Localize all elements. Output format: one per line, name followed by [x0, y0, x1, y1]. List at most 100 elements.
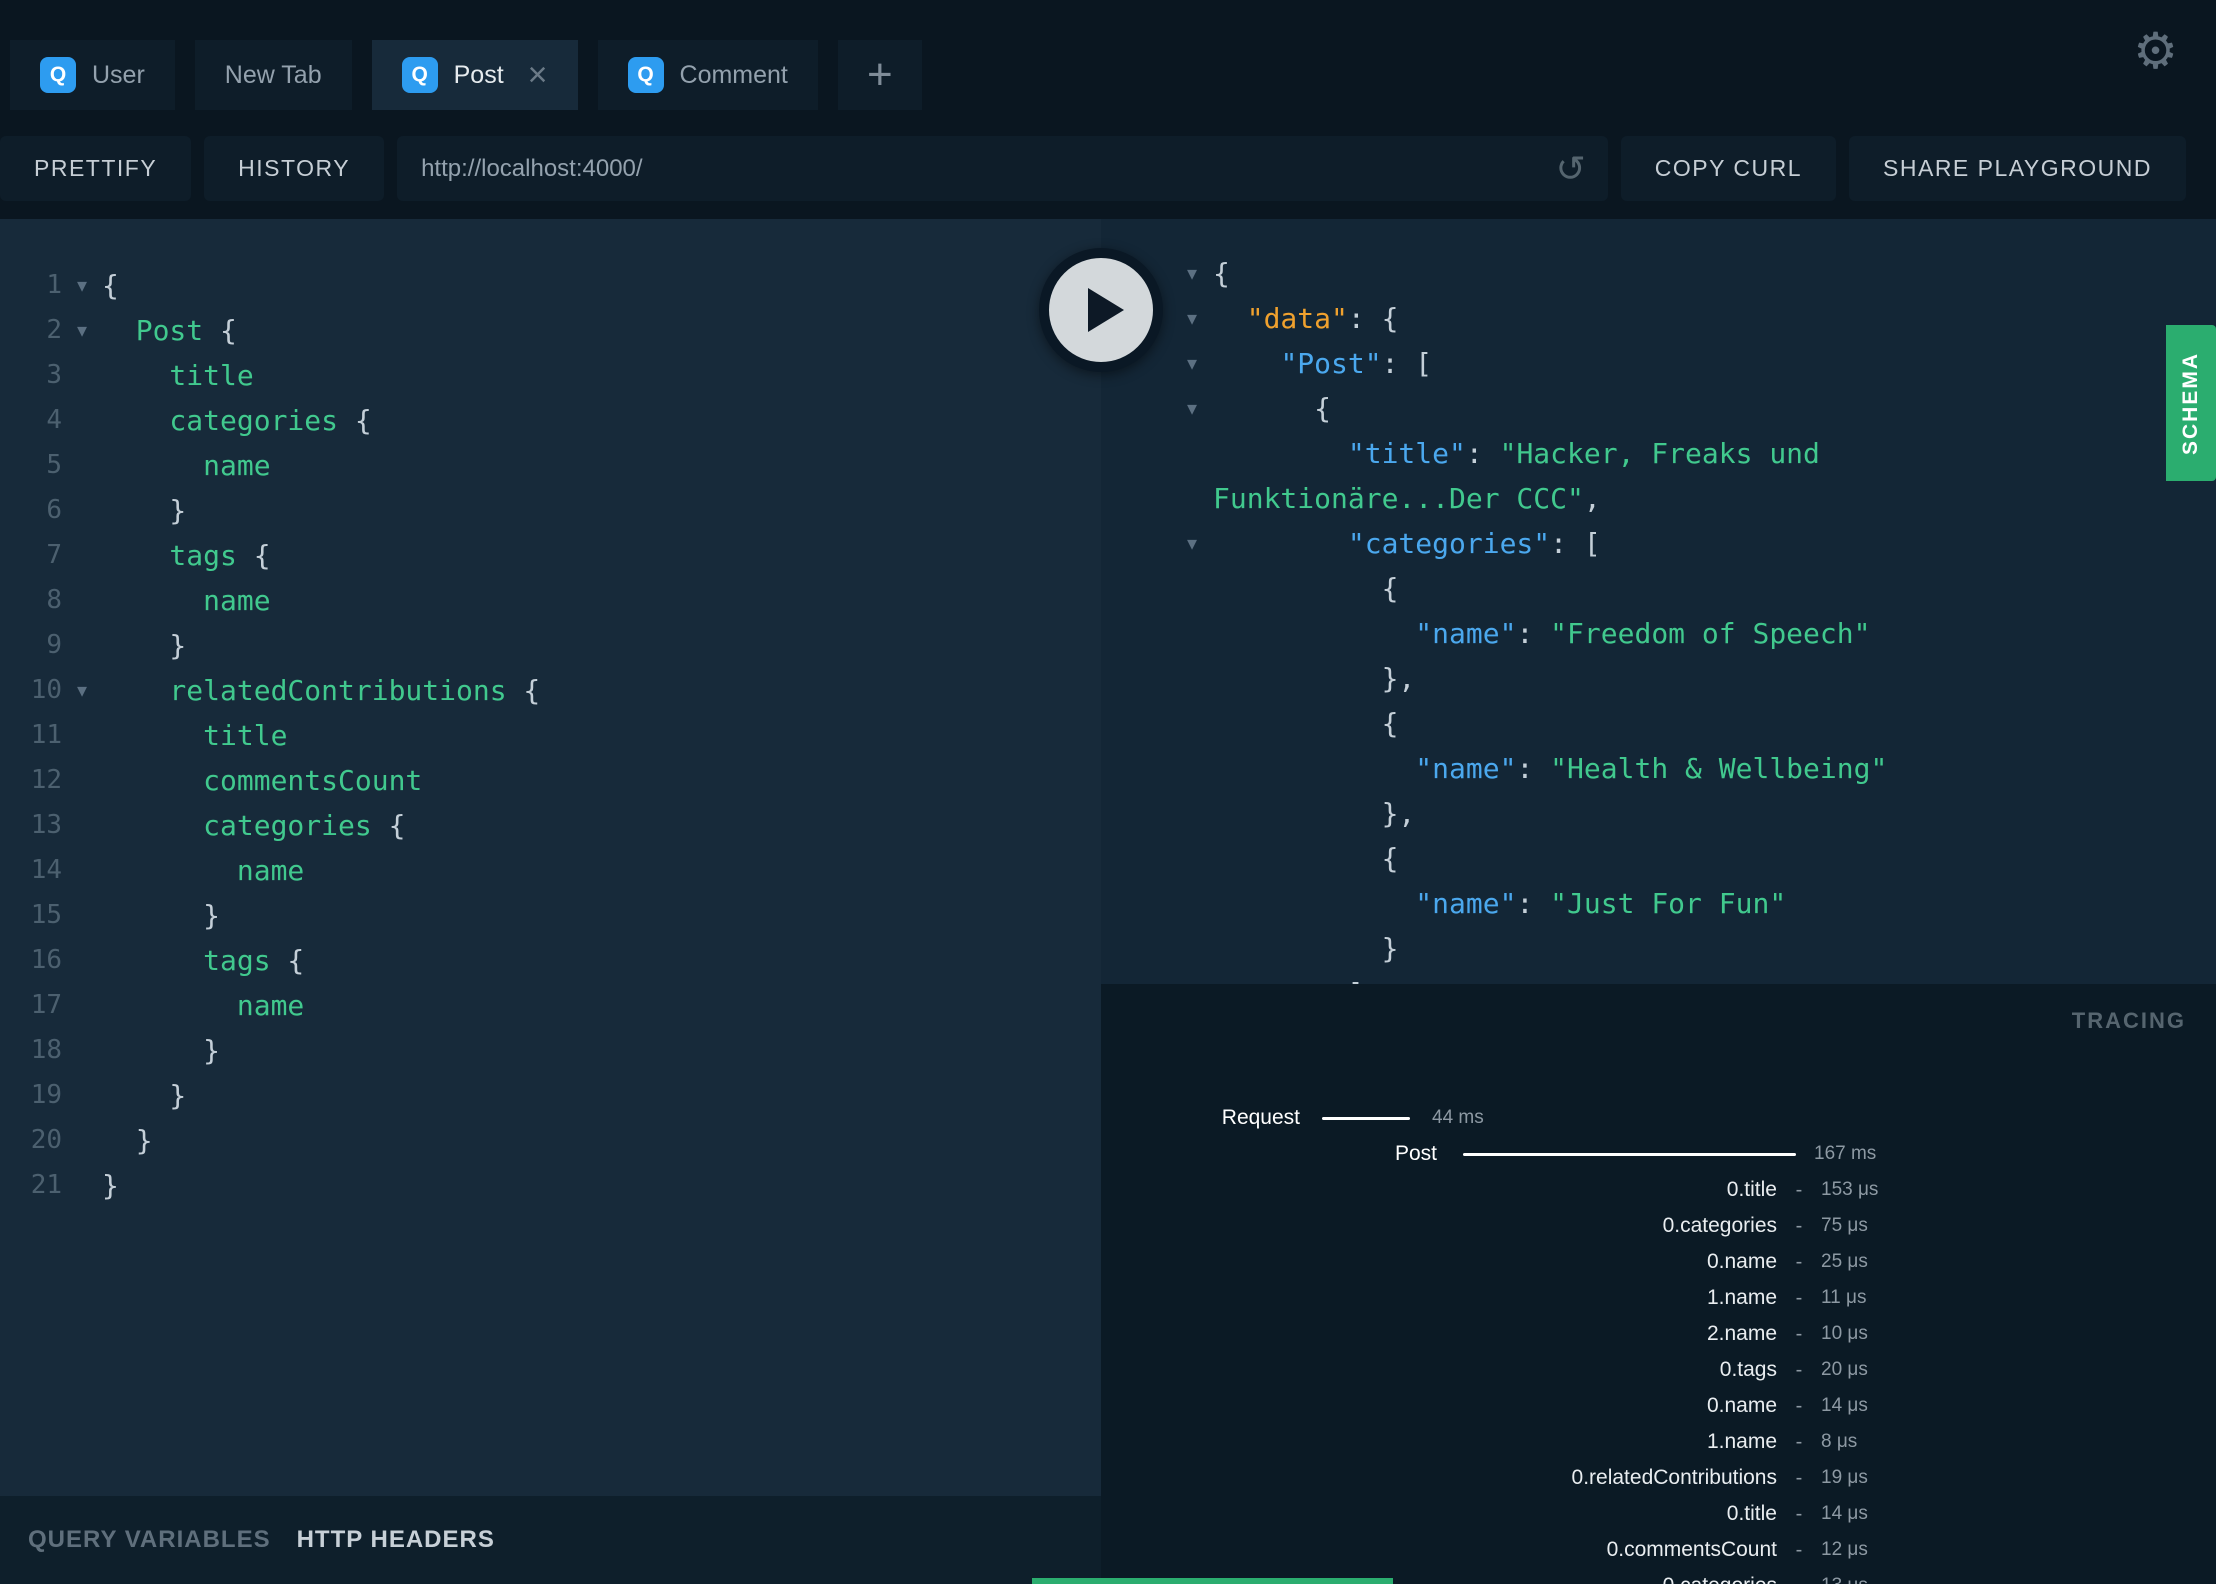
code-line: 13 categories {: [0, 803, 1101, 848]
query-badge: Q: [627, 57, 664, 93]
fold-arrow-icon[interactable]: ▾: [1101, 386, 1213, 431]
code-line: "name": "Freedom of Speech": [1101, 611, 2216, 656]
line-number: 12: [30, 765, 62, 795]
tab-comment[interactable]: Q Comment: [597, 40, 818, 110]
trace-value: 153 μs: [1821, 1179, 1879, 1200]
code-text: "name": "Just For Fun": [1415, 887, 1787, 920]
trace-dash: -: [1777, 1575, 1821, 1584]
tracing-panel: TRACING Request 44 ms Post 167 ms 0.title -15…: [1101, 984, 2216, 1584]
trace-label: 2.name: [1706, 1322, 1777, 1345]
tab-label: New Tab: [224, 60, 322, 89]
code-line: 9 }: [0, 623, 1101, 668]
code-text: }: [102, 899, 221, 932]
copy-curl-button[interactable]: COPY CURL: [1620, 136, 1837, 201]
line-number: 16: [30, 945, 62, 975]
fold-arrow-icon[interactable]: ▾: [62, 668, 102, 713]
fold-gutter: [62, 443, 102, 488]
trace-label: Request: [1221, 1106, 1300, 1129]
trace-value: 11 μs: [1821, 1287, 1867, 1308]
code-line: 14 name: [0, 848, 1101, 893]
fold-gutter: [1101, 881, 1213, 926]
trace-row: 0.tags -20 μs: [1101, 1352, 2216, 1388]
trace-row: 0.relatedContributions -19 μs: [1101, 1460, 2216, 1496]
line-number: 13: [30, 810, 62, 840]
tab-label: Comment: [679, 60, 788, 89]
fold-gutter: [62, 578, 102, 623]
trace-dash: -: [1795, 1358, 1803, 1381]
code-line: },: [1101, 791, 2216, 836]
trace-value: 44 ms: [1432, 1107, 1484, 1128]
code-text: name: [102, 854, 305, 887]
settings-gear-icon[interactable]: ⚙: [2133, 26, 2178, 76]
tab-new-tab[interactable]: New Tab: [194, 40, 352, 110]
trace-dash: -: [1795, 1286, 1803, 1309]
code-text: "name": "Health & Wellbeing": [1415, 752, 1888, 785]
code-text: {: [102, 269, 119, 302]
fold-gutter: [62, 1163, 102, 1208]
trace-value: 13 μs: [1821, 1575, 2216, 1584]
trace-label: 0.name: [1706, 1394, 1777, 1417]
line-number: 2: [46, 315, 62, 345]
trace-value: 14 μs: [1821, 1395, 1868, 1416]
http-headers-tab[interactable]: HTTP HEADERS: [297, 1526, 495, 1554]
trace-dash: -: [1795, 1430, 1803, 1453]
tab-label: Post: [453, 60, 504, 89]
code-text: title: [102, 719, 288, 752]
tab-user[interactable]: Q User: [10, 40, 175, 110]
fold-arrow-icon[interactable]: ▾: [62, 308, 102, 353]
code-line: "name": "Just For Fun": [1101, 881, 2216, 926]
trace-value: 75 μs: [1821, 1215, 1868, 1236]
share-playground-button[interactable]: SHARE PLAYGROUND: [1849, 136, 2186, 201]
fold-arrow-icon[interactable]: ▾: [1101, 521, 1213, 566]
trace-label: 0.categories: [1662, 1214, 1777, 1237]
tab-post[interactable]: Q Post ×: [371, 40, 578, 110]
trace-value: 167 ms: [1814, 1143, 1877, 1164]
query-editor[interactable]: 1 ▾{2 ▾ Post {3 title 4 categories {5 name 6…: [0, 219, 1101, 1496]
line-number: 18: [30, 1035, 62, 1065]
code-line: ▾ "Post": [: [1101, 341, 2216, 386]
code-text: "Post": [: [1280, 347, 1433, 380]
endpoint-url-input[interactable]: [397, 136, 1608, 201]
trace-row: 0.title -153 μs: [1101, 1172, 2216, 1208]
line-number: 10: [30, 675, 62, 705]
trace-value: 20 μs: [1821, 1359, 1868, 1380]
query-variables-tab[interactable]: QUERY VARIABLES: [28, 1526, 271, 1554]
code-line: {: [1101, 701, 2216, 746]
fold-gutter: [1101, 791, 1213, 836]
code-text: }: [102, 1034, 221, 1067]
code-line: 16 tags {: [0, 938, 1101, 983]
execute-query-button[interactable]: [1039, 248, 1163, 372]
code-line: 2 ▾ Post {: [0, 308, 1101, 353]
code-line: 19 }: [0, 1073, 1101, 1118]
fold-gutter: [62, 713, 102, 758]
trace-row: 0.title -14 μs: [1101, 1496, 2216, 1532]
close-icon[interactable]: ×: [528, 58, 548, 92]
trace-row: 0.name -14 μs: [1101, 1388, 2216, 1424]
code-line: ▾ {: [1101, 386, 2216, 431]
fold-gutter: [1101, 971, 1213, 984]
trace-label: 0.tags: [1719, 1358, 1777, 1381]
code-text: }: [102, 1169, 119, 1202]
code-line: 18 }: [0, 1028, 1101, 1073]
add-tab-button[interactable]: +: [837, 40, 922, 110]
trace-value: 10 μs: [1821, 1323, 1868, 1344]
trace-label: 0.name: [1706, 1250, 1777, 1273]
code-text: {: [1213, 257, 1230, 290]
prettify-button[interactable]: PRETTIFY: [0, 136, 192, 201]
fold-gutter: [1101, 926, 1213, 971]
line-number: 17: [30, 990, 62, 1020]
fold-arrow-icon[interactable]: ▾: [62, 263, 102, 308]
schema-side-tab[interactable]: SCHEMA: [2166, 325, 2216, 481]
trace-dash: -: [1795, 1538, 1803, 1561]
code-line: 6 }: [0, 488, 1101, 533]
code-line: 17 name: [0, 983, 1101, 1028]
line-number: 9: [46, 630, 62, 660]
code-line: {: [1101, 836, 2216, 881]
code-text: tags {: [102, 539, 271, 572]
code-text: commentsCount: [102, 764, 423, 797]
history-button[interactable]: HISTORY: [204, 136, 385, 201]
reload-schema-icon[interactable]: ↺: [1556, 150, 1586, 187]
line-number: 8: [46, 585, 62, 615]
trace-duration-bar: [1322, 1116, 1410, 1120]
response-viewer: ▾{▾ "data": {▾ "Post": [▾ { "title": "Ha…: [1101, 219, 2216, 984]
